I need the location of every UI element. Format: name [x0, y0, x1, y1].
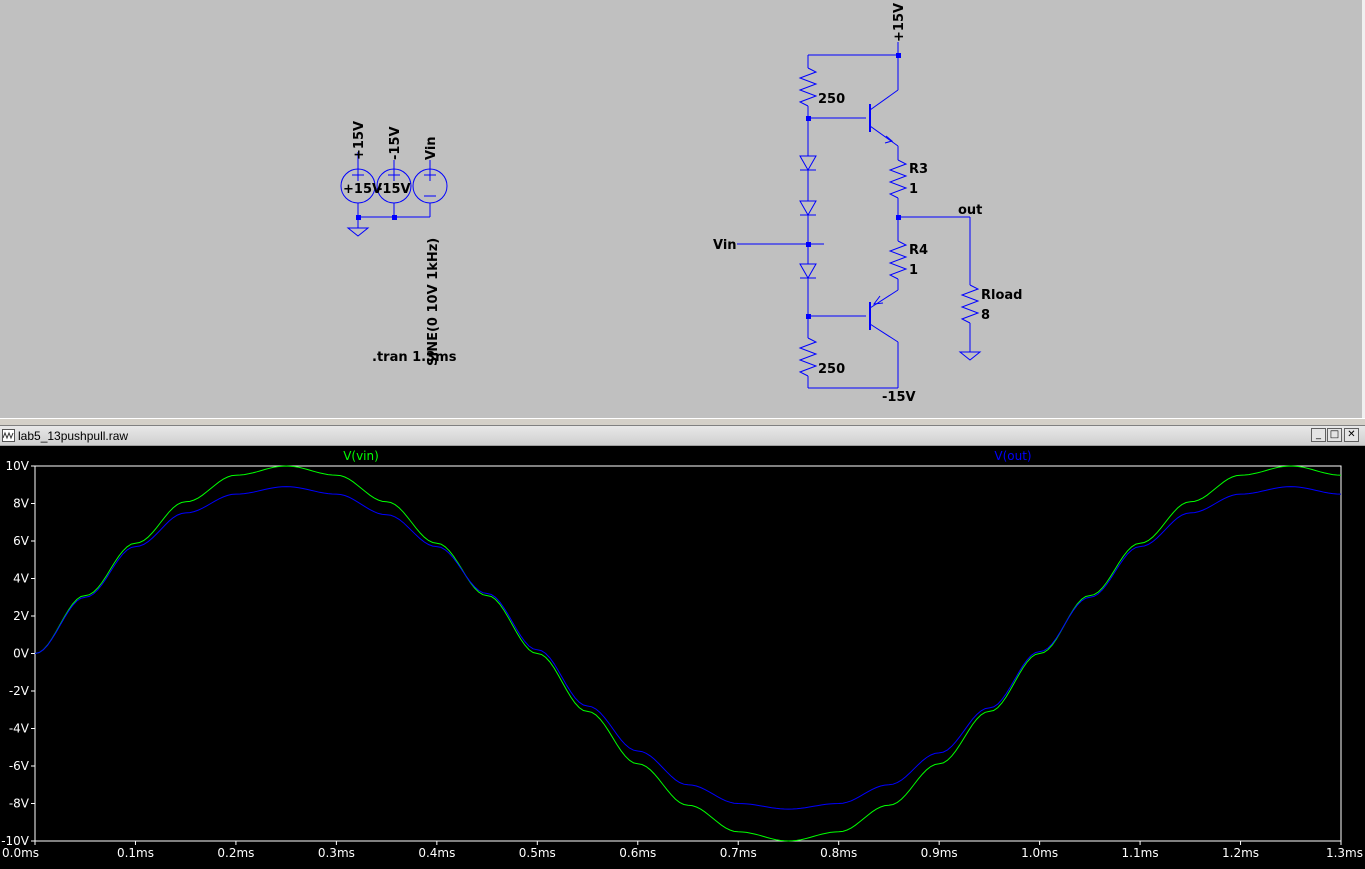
waveform-title: lab5_13pushpull.raw	[18, 429, 129, 443]
ground-symbol-load	[958, 351, 982, 361]
r3-value: 1	[909, 182, 918, 197]
source-net-vcc: +15V	[352, 121, 367, 160]
ground-symbol-sources	[346, 227, 370, 237]
schematic-canvas[interactable]: +15V -15V Vin +15V -15V SINE(0 10V 1kHz)…	[0, 0, 1365, 418]
y-tick-label: 0V	[13, 647, 30, 661]
x-tick-label: 0.2ms	[217, 846, 254, 860]
legend-label-vin: V(vin)	[343, 449, 379, 463]
x-tick-label: 0.3ms	[318, 846, 355, 860]
minimize-button[interactable]: _	[1311, 428, 1326, 442]
y-tick-label: 6V	[13, 534, 30, 548]
y-tick-label: -6V	[9, 759, 30, 773]
y-tick-label: -4V	[9, 722, 30, 736]
transistor-q2[interactable]	[869, 289, 899, 343]
source-value-vee: -15V	[377, 182, 411, 197]
rload-name: Rload	[981, 288, 1022, 303]
waveform-viewer-window[interactable]: lab5_13pushpull.raw _ □ ✕ 10V 8V 6V 4V 2V 0V -…	[0, 426, 1365, 869]
rload-value: 8	[981, 308, 990, 323]
x-tick-label: 0.7ms	[720, 846, 757, 860]
vcc-label: +15V	[892, 3, 907, 42]
x-tick-label: 0.0ms	[2, 846, 39, 860]
x-tick-label: 0.6ms	[619, 846, 656, 860]
waveform-icon	[2, 429, 15, 442]
x-tick-label: 0.4ms	[418, 846, 455, 860]
source-net-vin: Vin	[424, 136, 439, 160]
series-line-out	[34, 486, 1342, 810]
resistor-bottom	[798, 337, 818, 377]
close-button[interactable]: ✕	[1344, 428, 1359, 442]
sine-source-value[interactable]: SINE(0 10V 1kHz)	[426, 238, 441, 366]
legend-label-out: V(out)	[994, 449, 1031, 463]
x-tick-label: 1.3ms	[1326, 846, 1363, 860]
diode-2	[799, 200, 817, 217]
transistor-q1[interactable]	[869, 89, 899, 147]
r4-name: R4	[909, 243, 928, 258]
y-tick-label: 2V	[13, 609, 30, 623]
tran-directive[interactable]: .tran 1.3ms	[372, 350, 457, 365]
x-tick-label: 0.5ms	[519, 846, 556, 860]
out-label: out	[958, 203, 982, 218]
r3-name: R3	[909, 162, 928, 177]
r-bottom-value: 250	[818, 362, 845, 377]
y-tick-label: 10V	[6, 459, 30, 473]
vee-label: -15V	[882, 390, 916, 405]
y-tick-label: 8V	[13, 497, 30, 511]
x-tick-label: 1.2ms	[1222, 846, 1259, 860]
y-tick-label: -8V	[9, 797, 30, 811]
resistor-top	[798, 67, 818, 107]
pane-splitter[interactable]	[0, 418, 1365, 426]
x-tick-label: 0.1ms	[117, 846, 154, 860]
voltage-source-vin[interactable]	[412, 160, 448, 217]
waveform-plot[interactable]: 10V8V6V4V2V0V-2V-4V-6V-8V-10V0.0ms 0.1ms 0…	[0, 446, 1365, 869]
x-tick-label: 0.8ms	[820, 846, 857, 860]
r4-value: 1	[909, 263, 918, 278]
schematic-editor[interactable]: +15V -15V Vin +15V -15V SINE(0 10V 1kHz)…	[0, 0, 1365, 418]
diode-1	[799, 155, 817, 172]
y-tick-label: 4V	[13, 572, 30, 586]
waveform-titlebar[interactable]: lab5_13pushpull.raw _ □ ✕	[0, 426, 1365, 446]
x-tick-label: 1.0ms	[1021, 846, 1058, 860]
x-tick-label: 0.9ms	[921, 846, 958, 860]
maximize-button[interactable]: □	[1327, 428, 1342, 442]
resistor-r3	[888, 159, 908, 199]
source-net-vee: -15V	[388, 126, 403, 160]
r-top-value: 250	[818, 92, 845, 107]
vin-label: Vin	[713, 238, 737, 253]
diode-3	[799, 263, 817, 280]
resistor-rload	[960, 284, 980, 324]
resistor-r4	[888, 240, 908, 280]
y-tick-label: -2V	[9, 684, 30, 698]
x-tick-label: 1.1ms	[1122, 846, 1159, 860]
